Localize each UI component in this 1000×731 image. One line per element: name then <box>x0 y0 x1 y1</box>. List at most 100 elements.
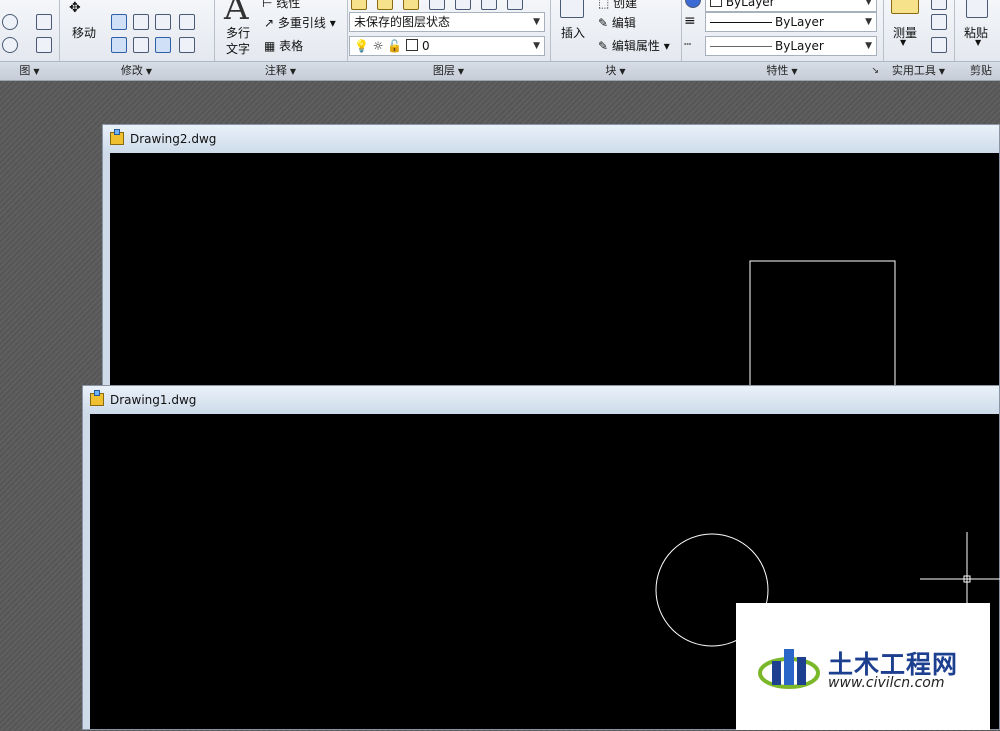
bulb-icon: 💡 <box>354 39 369 53</box>
properties-panel: ByLayer ▼ ≡ ByLayer ▼ ┅ ByLayer ▼ 特性 ▼ ↘ <box>681 0 884 80</box>
layers-panel-title[interactable]: 图层 ▼ <box>347 61 550 80</box>
annotation-panel: A 多行 文字 ⊢ 线性 ↗ 多重引线 ▾ ▦ 表格 注释 ▼ <box>214 0 348 80</box>
edit-block-button[interactable]: ✎ 编辑 <box>598 14 636 31</box>
linetype-icon[interactable]: ┅ <box>684 37 691 51</box>
hatch-icon[interactable] <box>36 37 52 53</box>
dialog-launcher-icon[interactable]: ↘ <box>871 62 879 80</box>
properties-panel-title[interactable]: 特性 ▼ ↘ <box>681 61 883 80</box>
edit-block-label: 编辑 <box>611 16 636 30</box>
drawing1-titlebar[interactable]: Drawing1.dwg <box>83 386 999 414</box>
modify-panel: ✥ 移动 修改 ▼ <box>59 0 215 80</box>
measure-ruler-icon[interactable] <box>891 0 919 14</box>
create-block-button[interactable]: ⬚ 创建 <box>598 0 637 11</box>
layer-unisolate-icon[interactable] <box>455 0 471 10</box>
ribbon: 图 ▼ ✥ 移动 修改 ▼ A 多行 文字 ⊢ 线性 ↗ 多重引线 ▾ ▦ 表格 注… <box>0 0 1000 81</box>
annotation-panel-title[interactable]: 注释 ▼ <box>214 61 347 80</box>
panel-expand-icon: ▼ <box>938 67 946 76</box>
layer-dropdown[interactable]: 💡 ☼ 🔓 0 ▼ <box>349 36 545 56</box>
crosshair-cursor <box>920 532 1000 614</box>
chamfer-icon[interactable] <box>179 37 195 53</box>
clipboard-panel-title[interactable]: 剪贴板 <box>954 61 1000 80</box>
dropdown-arrow-icon: ▼ <box>533 41 540 51</box>
panel-expand-icon: ▼ <box>289 67 297 76</box>
array-icon[interactable] <box>155 37 171 53</box>
watermark-url: www.civilcn.com <box>828 675 945 691</box>
layer-isolate-icon[interactable] <box>429 0 445 10</box>
lineweight-value: ByLayer <box>775 15 824 29</box>
dropdown-arrow-icon[interactable]: ▼ <box>975 38 981 47</box>
move-button[interactable]: 移动 <box>72 24 96 41</box>
edit-attributes-button[interactable]: ✎ 编辑属性 ▾ <box>598 37 670 54</box>
paste-clipboard-icon[interactable] <box>966 0 988 18</box>
drawing2-canvas[interactable] <box>110 153 999 386</box>
rectangle-shape[interactable] <box>749 260 896 386</box>
mleader-label: 多重引线 <box>277 16 326 30</box>
clipboard-panel: 粘贴 ▼ 剪贴板 <box>954 0 1000 80</box>
mtext-button-line2[interactable]: 文字 <box>226 40 250 57</box>
dropdown-arrow-icon[interactable]: ▼ <box>900 38 906 47</box>
civilcn-logo-icon <box>758 649 820 689</box>
panel-expand-icon: ▼ <box>457 67 465 76</box>
utilities-panel-label: 实用工具 <box>891 64 936 77</box>
dropdown-arrow-icon: ▼ <box>865 0 872 7</box>
color-wheel-icon[interactable] <box>685 0 701 8</box>
clipboard-panel-label: 剪贴板 <box>970 64 992 77</box>
modify-panel-label: 修改 <box>120 64 143 77</box>
scale-icon[interactable] <box>133 37 149 53</box>
sun-icon: ☼ <box>372 39 384 53</box>
panel-expand-icon: ▼ <box>791 67 798 76</box>
table-button[interactable]: ▦ 表格 <box>264 37 303 54</box>
fillet-icon[interactable] <box>155 14 171 30</box>
drawing2-titlebar[interactable]: Drawing2.dwg <box>103 125 999 153</box>
insert-block-icon[interactable] <box>560 0 584 18</box>
quick-select-icon[interactable] <box>931 0 947 10</box>
unlock-icon: 🔓 <box>387 39 403 53</box>
layer-match-icon[interactable] <box>377 0 393 10</box>
block-panel-label: 块 <box>605 64 617 77</box>
drawing2-window[interactable]: Drawing2.dwg <box>102 124 1000 386</box>
line-sample <box>710 22 772 23</box>
color-value: ByLayer <box>725 0 775 9</box>
mleader-button[interactable]: ↗ 多重引线 ▾ <box>264 14 336 31</box>
linear-dim-button[interactable]: ⊢ 线性 <box>262 0 300 11</box>
layers-panel-label: 图层 <box>432 64 455 77</box>
layers-panel: 未保存的图层状态 ▼ 💡 ☼ 🔓 0 ▼ 图层 ▼ <box>347 0 551 80</box>
drawing1-title: Drawing1.dwg <box>110 393 197 407</box>
modify-panel-title[interactable]: 修改 ▼ <box>59 61 214 80</box>
dwg-file-icon <box>90 390 104 406</box>
rectangle-icon[interactable] <box>36 14 52 30</box>
draw-panel-title[interactable]: 图 ▼ <box>0 61 59 80</box>
layer-state-dropdown[interactable]: 未保存的图层状态 ▼ <box>349 12 545 32</box>
block-panel-title[interactable]: 块 ▼ <box>550 61 681 80</box>
layer-freeze-icon[interactable] <box>481 0 497 10</box>
select-all-icon[interactable] <box>931 14 947 30</box>
layer-previous-icon[interactable] <box>403 0 419 10</box>
layer-color-swatch <box>406 39 419 51</box>
ellipse-icon[interactable] <box>2 37 18 53</box>
calculator-icon[interactable] <box>931 37 947 53</box>
move-arrows-icon[interactable]: ✥ <box>69 0 81 16</box>
lineweight-icon[interactable]: ≡ <box>684 13 696 29</box>
copy-icon[interactable] <box>111 14 127 30</box>
watermark: 土木工程网 www.civilcn.com <box>736 603 990 730</box>
insert-button[interactable]: 插入 <box>561 24 585 41</box>
mtext-button-line1[interactable]: 多行 <box>226 24 250 41</box>
arc-icon[interactable] <box>2 14 18 30</box>
linetype-dropdown[interactable]: ByLayer ▼ <box>705 36 877 56</box>
properties-panel-label: 特性 <box>766 64 789 77</box>
utilities-panel: 测量 ▼ 实用工具 ▼ <box>883 0 955 80</box>
table-label: 表格 <box>279 39 304 53</box>
draw-panel: 图 ▼ <box>0 0 60 80</box>
stretch-icon[interactable] <box>111 37 127 53</box>
drawing2-geometry <box>749 260 896 386</box>
color-dropdown[interactable]: ByLayer ▼ <box>705 0 877 12</box>
block-panel: 插入 ⬚ 创建 ✎ 编辑 ✎ 编辑属性 ▾ 块 ▼ <box>550 0 682 80</box>
draw-panel-label: 图 <box>19 64 31 77</box>
layer-off-icon[interactable] <box>507 0 523 10</box>
edit-attributes-label: 编辑属性 <box>611 39 660 53</box>
utilities-panel-title[interactable]: 实用工具 ▼ <box>883 61 954 80</box>
layer-properties-icon[interactable] <box>351 0 367 10</box>
lineweight-dropdown[interactable]: ByLayer ▼ <box>705 12 877 32</box>
mirror-icon[interactable] <box>133 14 149 30</box>
trim-icon[interactable] <box>179 14 195 30</box>
